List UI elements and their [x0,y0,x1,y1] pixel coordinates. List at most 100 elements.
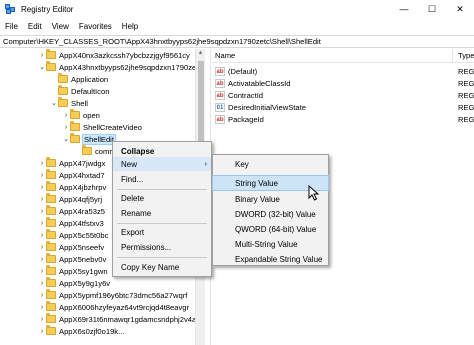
chevron-down-icon[interactable]: ⌄ [50,99,58,107]
string-value-icon: ab [215,90,225,100]
chevron-right-icon[interactable]: › [38,172,46,179]
tree-item[interactable]: › AppX6006hzyfeyaz64vt9rcjqd4t8eavgr [38,301,189,313]
menu-help[interactable]: Help [117,22,143,31]
tree-item[interactable]: › AppX5sy1gwn [38,265,108,277]
menu-separator [117,223,207,224]
menu-edit[interactable]: Edit [23,22,47,31]
address-bar[interactable]: Computer\HKEY_CLASSES_ROOT\AppX43hnxtbyy… [0,35,474,48]
tree-item[interactable]: › AppX5y9g1y6v [38,277,110,289]
menu-item-export[interactable]: Export [113,225,211,239]
context-menu: Collapse New › Find... Delete Rename Exp… [112,141,212,277]
tree-item[interactable]: › AppX4qfj5yrj [38,193,102,205]
menu-view[interactable]: View [47,22,74,31]
chevron-right-icon[interactable]: › [38,196,46,203]
dword-value-icon: 01 [215,102,225,112]
folder-icon [46,313,56,323]
menu-item-delete[interactable]: Delete [113,191,211,205]
tree-item[interactable]: › AppX5nebv0v [38,253,106,265]
folder-icon [46,217,56,227]
tree-item[interactable]: ⌄ Shell [50,97,88,109]
menu-item-copy-key-name[interactable]: Copy Key Name [113,260,211,274]
chevron-right-icon[interactable]: › [38,268,46,275]
tree-item[interactable]: ⌄ AppX43hnxtbyyps62jhe9sqpdzxn1790zet [38,61,198,73]
scroll-up-arrow-icon[interactable]: ▲ [196,49,205,58]
submenu-item-key[interactable]: Key [213,157,328,171]
tree-item[interactable]: › AppX69r31t6nmawqr1gdamcsndphj2v4a [38,313,196,325]
column-name-header[interactable]: Name [215,51,235,60]
tree-item[interactable]: › AppX40nx3azkcssh7ybcbzzjgyf9561cy [38,49,190,61]
value-row[interactable]: ab(Default)REG_ [212,65,474,77]
chevron-right-icon[interactable]: › [62,112,70,119]
tree-item[interactable]: › AppX4hxtad7 [38,169,105,181]
tree-item[interactable]: › AppX4jbzhrpv [38,181,106,193]
folder-icon [46,181,56,191]
tree-item[interactable]: comm [74,145,116,157]
folder-icon [46,205,56,215]
tree-item[interactable]: › open [62,109,100,121]
column-divider[interactable] [452,49,453,63]
folder-icon [70,133,80,143]
tree-item[interactable]: › AppX47jwdgx [38,157,105,169]
tree-item-selected[interactable]: ⌄ ShellEdit [62,133,116,145]
registry-app-icon [5,3,16,15]
chevron-right-icon[interactable]: › [38,304,46,311]
chevron-right-icon[interactable]: › [38,328,46,335]
tree-item[interactable]: › AppX5ypmf196y6btc73dmc56a27wqrf [38,289,187,301]
menu-item-new[interactable]: New › [113,157,211,171]
submenu-item-dword-value[interactable]: DWORD (32-bit) Value [213,207,328,221]
menu-file[interactable]: File [0,22,23,31]
chevron-right-icon[interactable]: › [38,220,46,227]
menu-item-rename[interactable]: Rename [113,206,211,220]
menu-separator [117,189,207,190]
folder-icon [58,73,68,83]
folder-icon [46,301,56,311]
minimize-button[interactable]: — [390,0,418,18]
folder-icon [46,193,56,203]
menu-item-permissions[interactable]: Permissions... [113,240,211,254]
tree-item[interactable]: › ShellCreateVideo [62,121,142,133]
menu-item-collapse[interactable]: Collapse [113,144,211,158]
value-row[interactable]: abActivatableClassIdREG_ [212,77,474,89]
folder-icon [46,325,56,335]
value-row[interactable]: abPackageIdREG_ [212,113,474,125]
maximize-button[interactable]: ☐ [418,0,446,18]
chevron-right-icon[interactable]: › [38,256,46,263]
chevron-right-icon[interactable]: › [38,280,46,287]
tree-item[interactable]: Application [50,73,108,85]
chevron-right-icon[interactable]: › [38,316,46,323]
folder-icon [46,49,56,59]
value-row[interactable]: 01DesiredInitialViewStateREG_ [212,101,474,113]
folder-icon [46,277,56,287]
tree-item[interactable]: › AppX4tfstxv3 [38,217,104,229]
chevron-right-icon[interactable]: › [38,52,46,59]
tree-item[interactable]: › AppX5nseefv [38,241,104,253]
menu-bar: File Edit View Favorites Help [0,18,474,34]
folder-icon [58,97,68,107]
title-bar: Registry Editor — ☐ ✕ [0,0,474,18]
chevron-right-icon[interactable]: › [38,244,46,251]
menu-item-find[interactable]: Find... [113,172,211,186]
new-submenu: Key String Value Binary Value DWORD (32-… [212,154,329,266]
chevron-right-icon[interactable]: › [38,292,46,299]
tree-item[interactable]: › AppX6s0zjf0o19k... [38,325,124,337]
chevron-right-icon[interactable]: › [62,124,70,131]
menu-favorites[interactable]: Favorites [74,22,117,31]
folder-icon [70,121,80,131]
chevron-right-icon[interactable]: › [38,184,46,191]
close-button[interactable]: ✕ [446,0,474,18]
tree-item[interactable]: › AppX5c55t0bc [38,229,108,241]
tree-item[interactable]: DefaultIcon [50,85,109,97]
window-controls: — ☐ ✕ [390,0,474,18]
chevron-down-icon[interactable]: ⌄ [38,63,46,71]
column-type-header[interactable]: Type [458,51,474,60]
value-row[interactable]: abContractIdREG_ [212,89,474,101]
chevron-right-icon[interactable]: › [38,160,46,167]
submenu-item-multi-string-value[interactable]: Multi-String Value [213,237,328,251]
tree-item[interactable]: › AppX4ra53z5 [38,205,105,217]
folder-icon [70,109,80,119]
submenu-item-expandable-string-value[interactable]: Expandable String Value [213,252,328,266]
chevron-right-icon[interactable]: › [38,232,46,239]
chevron-down-icon[interactable]: ⌄ [62,135,70,143]
chevron-right-icon[interactable]: › [38,208,46,215]
submenu-item-qword-value[interactable]: QWORD (64-bit) Value [213,222,328,236]
